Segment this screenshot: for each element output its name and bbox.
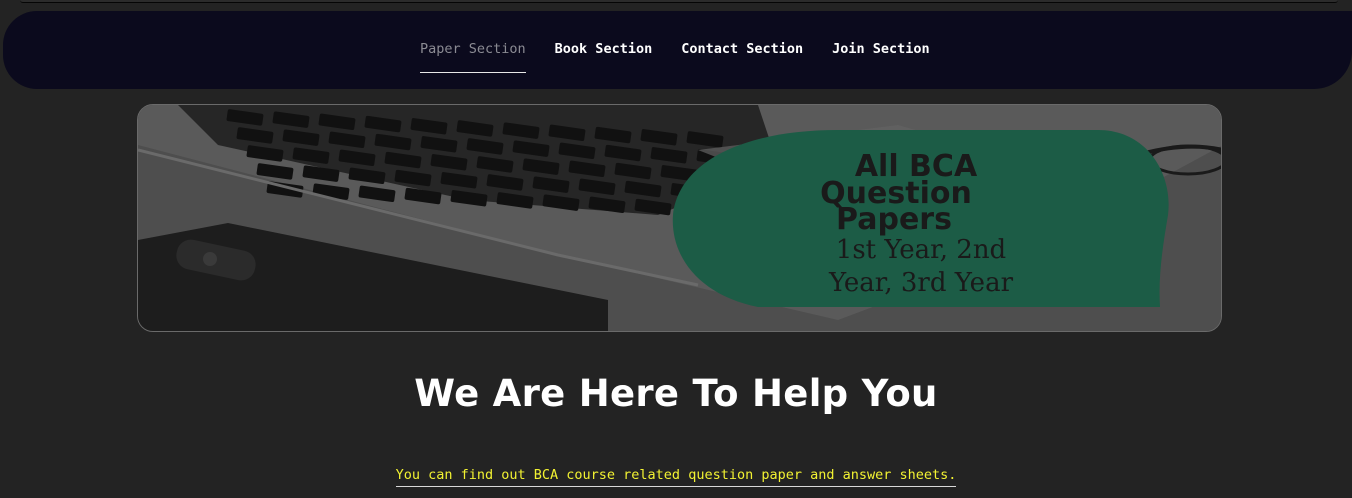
page-subtext[interactable]: You can find out BCA course related ques… <box>395 467 957 487</box>
banner-illustration: All BCA Question Papers 1st Year, 2nd Ye… <box>138 105 1221 331</box>
hero-banner-image: All BCA Question Papers 1st Year, 2nd Ye… <box>137 104 1222 332</box>
navbar: Paper Section Book Section Contact Secti… <box>3 11 1352 89</box>
nav-paper-section[interactable]: Paper Section <box>420 41 526 73</box>
banner-subtitle-line-2: Year, 3rd Year <box>828 268 1014 298</box>
top-strip <box>20 0 1338 3</box>
nav-join-section[interactable]: Join Section <box>832 41 930 57</box>
banner-subtitle-line-1: 1st Year, 2nd <box>836 235 1006 265</box>
nav-book-section[interactable]: Book Section <box>555 41 653 57</box>
page-headline: We Are Here To Help You <box>414 372 938 415</box>
nav-contact-section[interactable]: Contact Section <box>681 41 803 57</box>
subtext-container: You can find out BCA course related ques… <box>0 464 1352 487</box>
banner-title-line-3: Papers <box>836 202 952 237</box>
nav-links: Paper Section Book Section Contact Secti… <box>420 41 959 73</box>
